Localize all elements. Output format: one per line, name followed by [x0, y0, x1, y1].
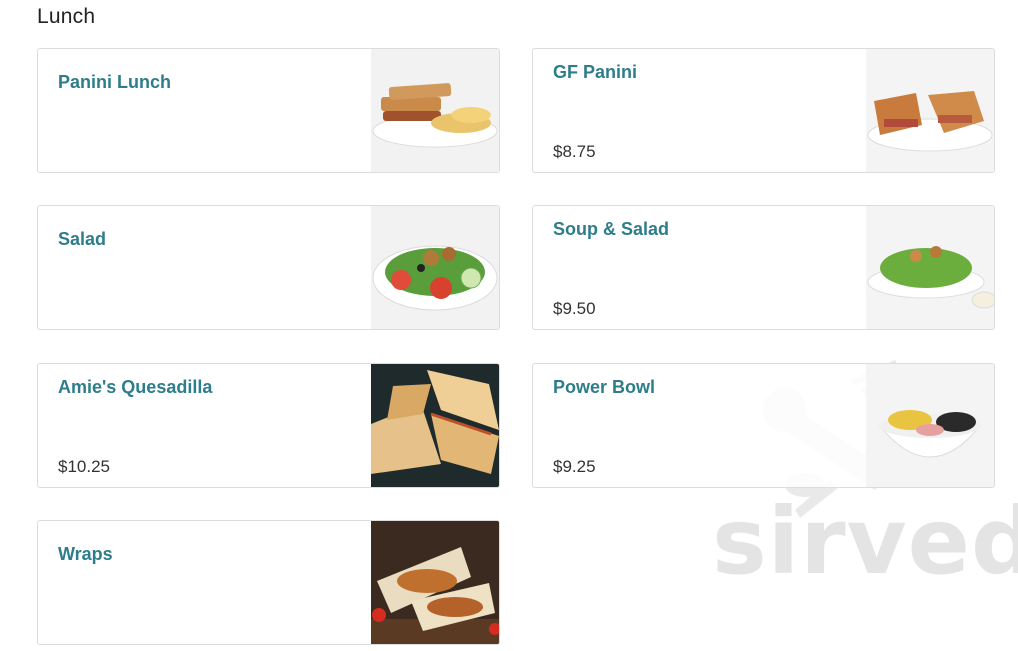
item-name: Soup & Salad — [553, 219, 670, 239]
item-price: $9.25 — [553, 457, 596, 476]
item-price: $10.25 — [58, 457, 110, 476]
item-name: Power Bowl — [553, 377, 656, 397]
item-price: $8.75 — [553, 142, 596, 161]
item-name: GF Panini — [553, 62, 638, 82]
section-title: Lunch — [37, 5, 96, 28]
gf-panini-photo — [866, 49, 994, 172]
menu-item-gf-panini[interactable]: GF Panini $8.75 — [532, 48, 995, 173]
menu-item-wraps[interactable]: Wraps — [37, 520, 500, 645]
salad-photo — [371, 206, 499, 329]
item-name: Panini Lunch — [58, 72, 172, 92]
soup-and-salad-photo — [866, 206, 994, 329]
power-bowl-photo — [866, 364, 994, 487]
quesadilla-photo — [371, 364, 499, 487]
menu-item-panini-lunch[interactable]: Panini Lunch — [37, 48, 500, 173]
menu-item-salad[interactable]: Salad — [37, 205, 500, 330]
item-name: Amie's Quesadilla — [58, 377, 213, 397]
menu-item-amies-quesadilla[interactable]: Amie's Quesadilla $10.25 — [37, 363, 500, 488]
wraps-photo — [371, 521, 499, 644]
watermark-text: sirved — [712, 488, 1018, 595]
panini-lunch-photo — [371, 49, 499, 172]
menu-item-power-bowl[interactable]: Power Bowl $9.25 — [532, 363, 995, 488]
item-name: Salad — [58, 229, 107, 249]
item-name: Wraps — [58, 544, 113, 564]
item-price: $9.50 — [553, 299, 596, 318]
menu-item-soup-and-salad[interactable]: Soup & Salad $9.50 — [532, 205, 995, 330]
